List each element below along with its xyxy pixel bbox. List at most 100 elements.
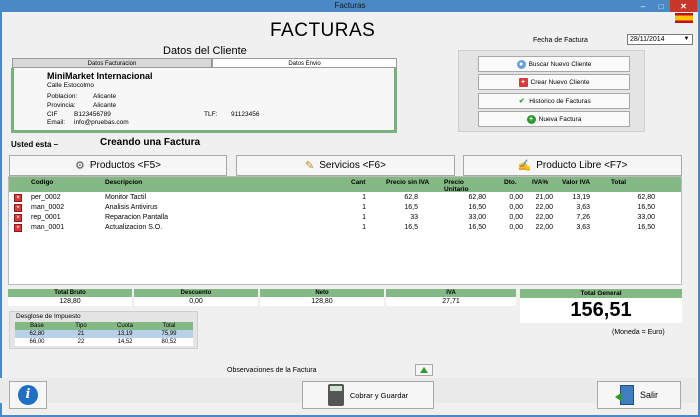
window-title: Facturas — [334, 1, 366, 10]
client-info-panel: MiniMarket Internacional Calle Estocolmo… — [11, 68, 397, 133]
cell-codigo: rep_0001 — [31, 214, 61, 221]
cell-codigo: man_0001 — [31, 224, 65, 231]
cell-total: 33,00 — [637, 214, 655, 221]
desglose-col: Cuota — [116, 323, 133, 329]
col-precio-unitario[interactable]: Precio Unitario — [444, 179, 486, 193]
cell-dto: 0,00 — [509, 214, 523, 221]
table-row[interactable]: × per_0002 Monitor Tactil 1 62,8 62,80 0… — [9, 193, 681, 203]
servicios-button[interactable]: ✎ Servicios <F6> — [236, 155, 455, 176]
desglose-row[interactable]: 66,00 22 14,52 80,52 — [15, 338, 193, 346]
col-dto[interactable]: Dto. — [504, 179, 517, 186]
cobrar-guardar-button[interactable]: Cobrar y Guardar — [302, 381, 434, 409]
cell-valor-iva: 3,63 — [576, 204, 590, 211]
col-valor-iva[interactable]: Valor IVA — [562, 179, 590, 186]
client-address: Calle Estocolmo — [47, 82, 94, 89]
cell-valor-iva: 3,63 — [576, 224, 590, 231]
grid-header: Codigo Descripcion Cant Precio sin IVA P… — [9, 177, 681, 193]
desglose-cell: 14,52 — [117, 339, 133, 345]
cell-cant: 1 — [362, 204, 366, 211]
cell-codigo: per_0002 — [31, 194, 61, 201]
col-cant[interactable]: Cant — [351, 179, 365, 186]
table-row[interactable]: × man_0002 Analisis Antivirus 1 16,5 16,… — [9, 203, 681, 213]
cell-precio-sin-iva: 33 — [410, 214, 418, 221]
cell-valor-iva: 7,26 — [576, 214, 590, 221]
minimize-button[interactable]: – — [634, 0, 652, 12]
app-title: FACTURAS — [270, 20, 376, 41]
col-total[interactable]: Total — [611, 179, 626, 186]
cell-cant: 1 — [362, 214, 366, 221]
totals-strip: Total Bruto Descuento Neto IVA 128,80 0,… — [8, 289, 516, 307]
observaciones-toggle-button[interactable] — [415, 364, 433, 376]
arrow-up-icon — [420, 367, 428, 373]
desglose-cell: 22 — [77, 339, 85, 345]
exit-door-icon — [614, 385, 634, 405]
delete-row-icon[interactable]: × — [14, 214, 22, 222]
nueva-factura-label: Nueva Factura — [538, 115, 582, 123]
close-button[interactable]: ✕ — [670, 0, 697, 12]
productos-label: Productos <F5> — [89, 160, 162, 171]
delete-row-icon[interactable]: × — [14, 204, 22, 212]
tab-datos-envio[interactable]: Datos Envio — [212, 58, 397, 68]
cif-label: CIF — [47, 111, 58, 118]
cell-cant: 1 — [362, 224, 366, 231]
provincia-label: Provincia: — [47, 102, 76, 109]
crear-cliente-label: Crear Nuevo Cliente — [530, 78, 590, 86]
maximize-button[interactable]: □ — [652, 0, 670, 12]
table-row[interactable]: × man_0001 Actualizacion S.O. 1 16,5 16,… — [9, 223, 681, 233]
provincia-value: Alicante — [93, 102, 117, 109]
info-icon: i — [18, 385, 38, 405]
iva-value: 27,71 — [386, 297, 516, 306]
cell-total: 62,80 — [637, 194, 655, 201]
email-label: Email: — [47, 119, 66, 126]
tlf-label: TLF: — [204, 111, 218, 118]
cell-descripcion: Actualizacion S.O. — [105, 224, 163, 231]
tab-datos-facturacion[interactable]: Datos Facturacion — [12, 58, 212, 68]
moneda-note: (Moneda = Euro) — [612, 329, 665, 336]
tlf-value: 91123456 — [231, 111, 260, 118]
cell-total: 16,50 — [637, 224, 655, 231]
cell-precio-unitario: 62,80 — [468, 194, 486, 201]
producto-libre-button[interactable]: ✍ Producto Libre <F7> — [463, 155, 682, 176]
desglose-col: Total — [162, 323, 176, 329]
servicios-label: Servicios <F6> — [319, 160, 386, 171]
spain-flag-icon[interactable] — [675, 13, 693, 23]
delete-row-icon[interactable]: × — [14, 194, 22, 202]
col-iva-pct[interactable]: IVA% — [532, 179, 548, 186]
cell-iva-pct: 22,00 — [535, 224, 553, 231]
invoice-lines-grid[interactable]: Codigo Descripcion Cant Precio sin IVA P… — [8, 176, 682, 285]
col-codigo[interactable]: Codigo — [31, 179, 53, 186]
cell-precio-unitario: 16,50 — [468, 224, 486, 231]
buscar-cliente-button[interactable]: ● Buscar Nuevo Cliente — [478, 56, 630, 72]
cobrar-guardar-label: Cobrar y Guardar — [349, 390, 409, 400]
client-name: MiniMarket Internacional — [47, 71, 153, 81]
col-precio-sin-iva[interactable]: Precio sin IVA — [386, 179, 438, 186]
desglose-cell: 80,52 — [161, 339, 177, 345]
poblacion-label: Poblacion: — [47, 93, 78, 100]
info-button[interactable]: i — [9, 381, 47, 409]
cell-iva-pct: 21,00 — [535, 194, 553, 201]
col-descripcion[interactable]: Descripcion — [105, 179, 142, 186]
historico-facturas-label: Historico de Facturas — [529, 97, 591, 105]
gear-icon: ⚙ — [74, 160, 85, 172]
desglose-cell: 66,00 — [29, 339, 45, 345]
cell-dto: 0,00 — [509, 204, 523, 211]
buscar-cliente-label: Buscar Nuevo Cliente — [528, 60, 592, 68]
chevron-down-icon[interactable]: ▼ — [682, 35, 691, 44]
salir-button[interactable]: Salir — [597, 381, 681, 409]
delete-row-icon[interactable]: × — [14, 224, 22, 232]
calculator-icon — [327, 384, 344, 406]
productos-button[interactable]: ⚙ Productos <F5> — [9, 155, 227, 176]
descuento-label: Descuento — [134, 289, 258, 297]
nueva-factura-button[interactable]: + Nueva Factura — [478, 111, 630, 127]
historico-facturas-button[interactable]: ✔ Historico de Facturas — [478, 93, 630, 109]
desglose-row[interactable]: 62,80 21 13,19 75,99 — [15, 330, 193, 338]
status-label: Usted esta – — [11, 140, 59, 149]
cell-dto: 0,00 — [509, 194, 523, 201]
crear-cliente-button[interactable]: + Crear Nuevo Cliente — [478, 74, 630, 90]
wrench-icon: ✎ — [305, 160, 315, 172]
cell-precio-sin-iva: 16,5 — [404, 204, 418, 211]
cell-descripcion: Analisis Antivirus — [105, 204, 158, 211]
fecha-select[interactable]: 28/11/2014 ▼ — [627, 34, 693, 45]
table-row[interactable]: × rep_0001 Reparacion Pantalla 1 33 33,0… — [9, 213, 681, 223]
desglose-title: Desglose de Impuesto — [16, 313, 81, 320]
